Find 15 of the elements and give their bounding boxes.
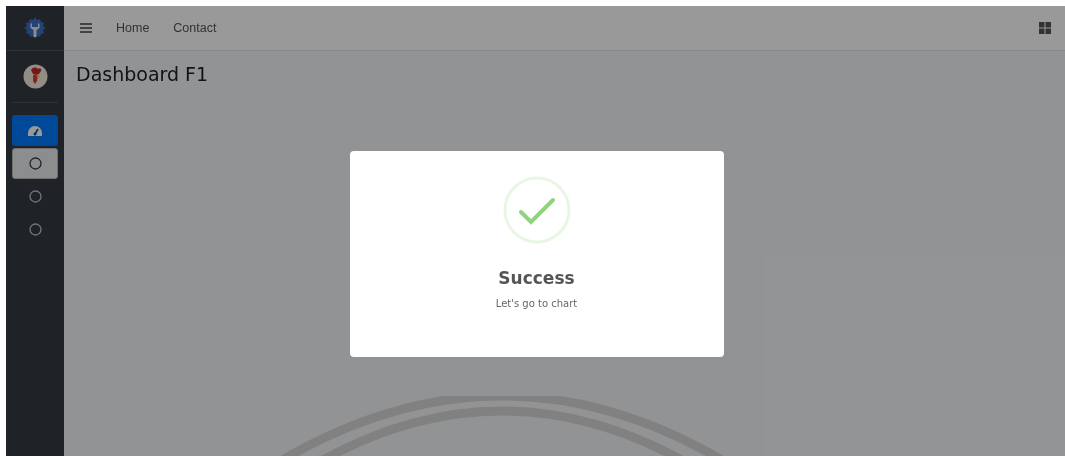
- gear-wrench-logo-icon[interactable]: [23, 16, 47, 40]
- nav-link[interactable]: Home: [116, 21, 150, 35]
- grid-icon[interactable]: [1039, 22, 1051, 34]
- circle-icon: [28, 157, 42, 170]
- page-title: Dashboard F1: [76, 63, 210, 85]
- dialog-message: Let's go to chart: [495, 298, 578, 309]
- gauge-icon: [27, 124, 43, 137]
- nav-link[interactable]: Contact: [173, 21, 217, 35]
- sidebar-item[interactable]: [12, 115, 58, 146]
- menu-icon[interactable]: [80, 23, 92, 33]
- sidebar-item[interactable]: [12, 148, 58, 179]
- circle-icon: [28, 223, 42, 236]
- check-icon: [502, 176, 571, 244]
- dialog-title: Success: [498, 268, 575, 288]
- circle-icon: [28, 190, 42, 203]
